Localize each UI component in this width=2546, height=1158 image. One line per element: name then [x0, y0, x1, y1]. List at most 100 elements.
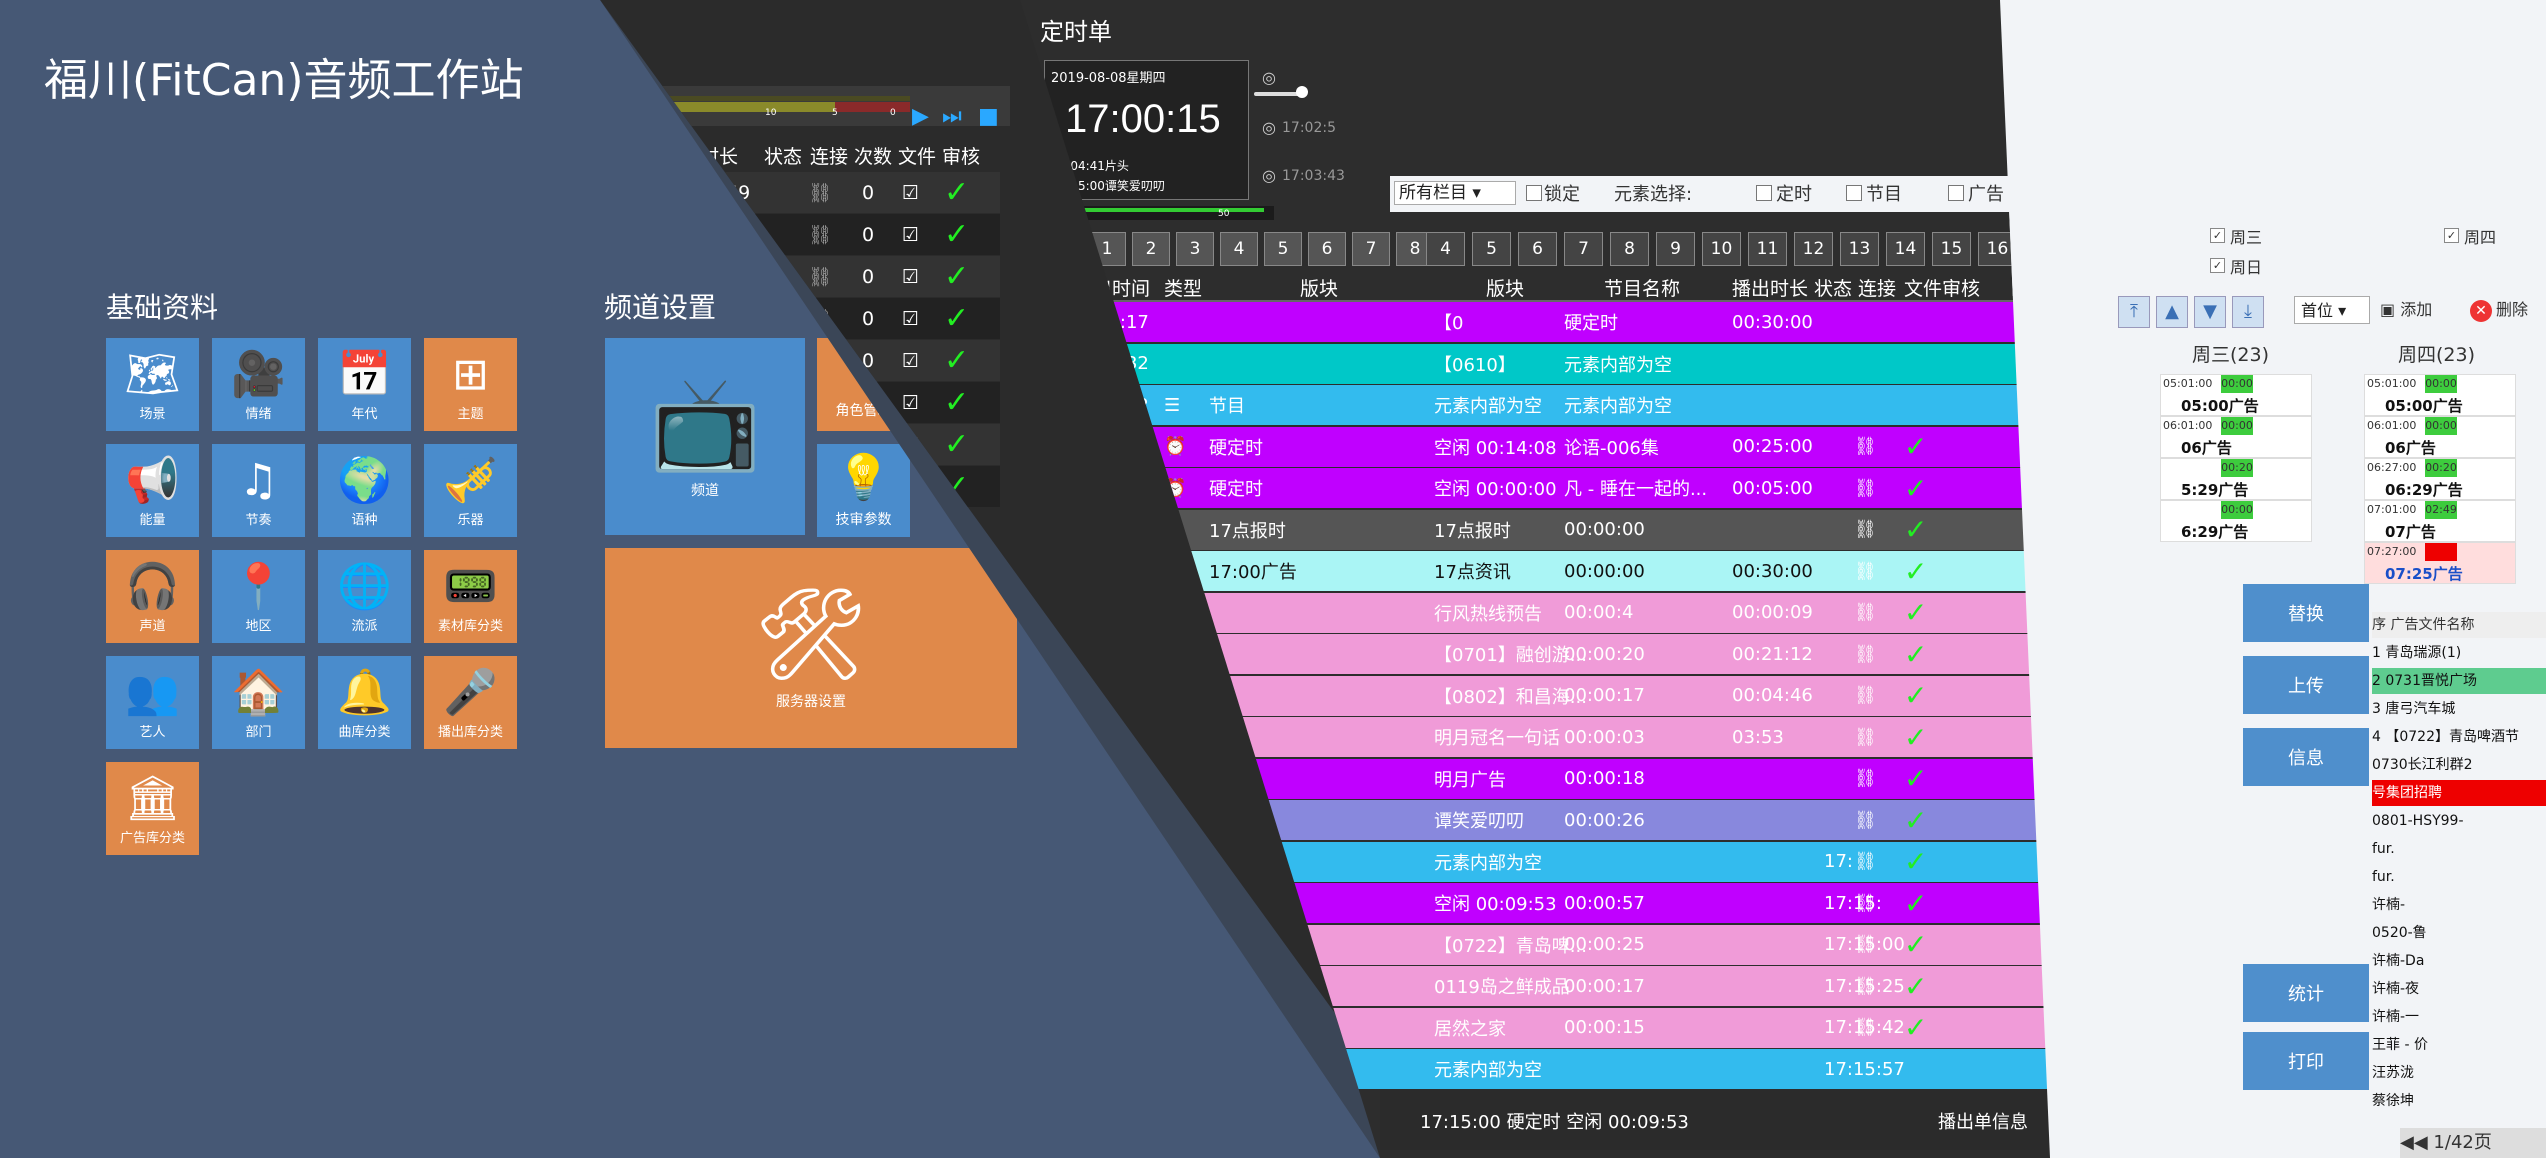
play-icon[interactable]: ▶	[912, 104, 929, 129]
ad-file-item[interactable]: 号集团招聘	[2372, 780, 2546, 806]
col-audit[interactable]: 文件审核	[1904, 272, 1980, 302]
col-name[interactable]: 节目名称	[1604, 272, 1680, 302]
pager[interactable]: ◀◀ 1/42页	[2400, 1128, 2546, 1158]
mixer-col-header[interactable]: 审核	[942, 140, 980, 170]
digit-button[interactable]: 6	[1308, 232, 1346, 266]
number-button[interactable]: 12	[1794, 232, 1833, 266]
ad-slot[interactable]: 07:01:00 02:49 07广告	[2364, 500, 2516, 542]
tile-7[interactable]: 🎺 乐器	[424, 444, 517, 537]
col-link[interactable]: 连接	[1858, 272, 1896, 302]
mixer-col-header[interactable]: 次数	[854, 140, 892, 170]
ad-slot[interactable]: 06:27:00 00:20 06:29广告	[2364, 458, 2516, 500]
col-block[interactable]: 版块	[1300, 272, 1338, 302]
tile-5[interactable]: ♫ 节奏	[212, 444, 305, 537]
mixer-col-header[interactable]: 状态	[764, 140, 802, 170]
number-button[interactable]: 11	[1748, 232, 1787, 266]
side-button-3[interactable]: 统计	[2243, 964, 2369, 1022]
number-button[interactable]: 8	[1610, 232, 1649, 266]
lock-checkbox[interactable]	[1526, 185, 1542, 201]
col-status[interactable]: 状态	[1814, 272, 1852, 302]
move-down-icon[interactable]: ▼	[2194, 296, 2226, 328]
thu-checkbox[interactable]: ✓	[2444, 228, 2459, 243]
ad-file-item[interactable]: 2 0731晋悦广场	[2372, 668, 2546, 694]
side-button-1[interactable]: 上传	[2243, 656, 2369, 714]
channel-tile[interactable]: 📺 频道	[605, 338, 805, 535]
timed-checkbox[interactable]: ✓	[1756, 185, 1772, 205]
digit-button[interactable]: 4	[1220, 232, 1258, 266]
digit-button[interactable]: 2	[1132, 232, 1170, 266]
tile-9[interactable]: 📍 地区	[212, 550, 305, 643]
delete-button[interactable]: ✕ 删除	[2470, 296, 2546, 324]
ad-checkbox[interactable]: ✓	[1948, 185, 1964, 205]
next-track-icon[interactable]: ⏭	[942, 104, 962, 129]
volume-slider-knob[interactable]	[1296, 86, 1308, 98]
ad-file-item[interactable]: 汪苏泷	[2372, 1060, 2546, 1086]
ad-file-item[interactable]: 许楠-Da	[2372, 948, 2546, 974]
ad-file-item[interactable]: 王菲 - 价	[2372, 1032, 2546, 1058]
tile-1[interactable]: 🎥 情绪	[212, 338, 305, 431]
ad-file-item[interactable]: 蔡徐坤	[2372, 1088, 2546, 1114]
tile-4[interactable]: 📢 能量	[106, 444, 199, 537]
tile-0[interactable]: 🗺 场景	[106, 338, 199, 431]
position-select[interactable]: 首位 ▾	[2294, 296, 2370, 324]
side-button-0[interactable]: 替换	[2243, 584, 2369, 642]
ad-file-item[interactable]: 0801-HSY99-	[2372, 808, 2546, 834]
ad-file-item[interactable]: 4 【0722】青岛啤酒节	[2372, 724, 2546, 750]
tile-2[interactable]: 📅 年代	[318, 338, 411, 431]
number-button[interactable]: 7	[1564, 232, 1603, 266]
tile-12[interactable]: 👥 艺人	[106, 656, 199, 749]
number-button[interactable]: 14	[1886, 232, 1925, 266]
ad-file-item[interactable]: 0520-鲁	[2372, 920, 2546, 946]
ad-file-item[interactable]: 许楠-夜	[2372, 976, 2546, 1002]
mixer-col-header[interactable]: 连接	[810, 140, 848, 170]
tile-3[interactable]: ⊞ 主题	[424, 338, 517, 431]
tile-16[interactable]: 🏛 广告库分类	[106, 762, 199, 855]
ad-file-item[interactable]: 3 唐弓汽车城	[2372, 696, 2546, 722]
col-duration[interactable]: 播出时长	[1732, 272, 1808, 302]
sun-checkbox[interactable]: ✓	[2210, 258, 2225, 273]
number-button[interactable]: 15	[1932, 232, 1971, 266]
ad-slot[interactable]: 06:01:00 00:00 06广告	[2364, 416, 2516, 458]
ad-file-item[interactable]: 许楠-一	[2372, 1004, 2546, 1030]
number-button[interactable]: 6	[1518, 232, 1557, 266]
ad-slot[interactable]: 00:00 6:29广告	[2160, 500, 2312, 542]
side-button-4[interactable]: 打印	[2243, 1032, 2369, 1090]
wed-checkbox[interactable]: ✓	[2210, 228, 2225, 243]
move-up-icon[interactable]: ▲	[2156, 296, 2188, 328]
col-type[interactable]: 类型	[1164, 272, 1202, 302]
tile-14[interactable]: 🔔 曲库分类	[318, 656, 411, 749]
mixer-col-header[interactable]: 文件	[898, 140, 936, 170]
server-settings-tile[interactable]: 🛠 服务器设置	[605, 548, 1017, 748]
col-block2[interactable]: 版块	[1486, 272, 1524, 302]
digit-button[interactable]: 5	[1264, 232, 1302, 266]
program-checkbox[interactable]: ✓	[1846, 185, 1862, 205]
number-button[interactable]: 10	[1702, 232, 1741, 266]
digit-button[interactable]: 7	[1352, 232, 1390, 266]
tile-11[interactable]: 📟 素材库分类	[424, 550, 517, 643]
move-top-icon[interactable]: ⤒	[2118, 296, 2150, 328]
number-button[interactable]: 9	[1656, 232, 1695, 266]
number-button[interactable]: 5	[1472, 232, 1511, 266]
tile-6[interactable]: 🌍 语种	[318, 444, 411, 537]
digit-button[interactable]: 3	[1176, 232, 1214, 266]
tile-13[interactable]: 🏠 部门	[212, 656, 305, 749]
ad-slot[interactable]: 05:01:00 00:00 05:00广告	[2364, 374, 2516, 416]
number-button[interactable]: 4	[1426, 232, 1465, 266]
add-button[interactable]: ▣ 添加	[2380, 296, 2450, 324]
ad-file-item[interactable]: fur.	[2372, 864, 2546, 890]
column-filter-select[interactable]: 所有栏目 ▾	[1394, 181, 1516, 205]
side-button-2[interactable]: 信息	[2243, 728, 2369, 786]
ad-file-item[interactable]: 0730长江利群2	[2372, 752, 2546, 778]
ad-slot[interactable]: 07:27:00 07:25广告	[2364, 542, 2516, 584]
stop-icon[interactable]: ■	[978, 104, 999, 129]
ad-file-item[interactable]: 1 青岛瑞源(1)	[2372, 640, 2546, 666]
ad-slot[interactable]: 05:01:00 00:00 05:00广告	[2160, 374, 2312, 416]
ad-slot[interactable]: 06:01:00 00:00 06广告	[2160, 416, 2312, 458]
tech-tile[interactable]: 💡 技审参数	[817, 444, 910, 537]
move-bottom-icon[interactable]: ⤓	[2232, 296, 2264, 328]
tile-8[interactable]: 🎧 声道	[106, 550, 199, 643]
tile-15[interactable]: 🎤 播出库分类	[424, 656, 517, 749]
tile-10[interactable]: 🌐 流派	[318, 550, 411, 643]
ad-file-item[interactable]: 许楠-	[2372, 892, 2546, 918]
schedule-info-link[interactable]: 播出单信息	[1938, 1108, 2028, 1134]
